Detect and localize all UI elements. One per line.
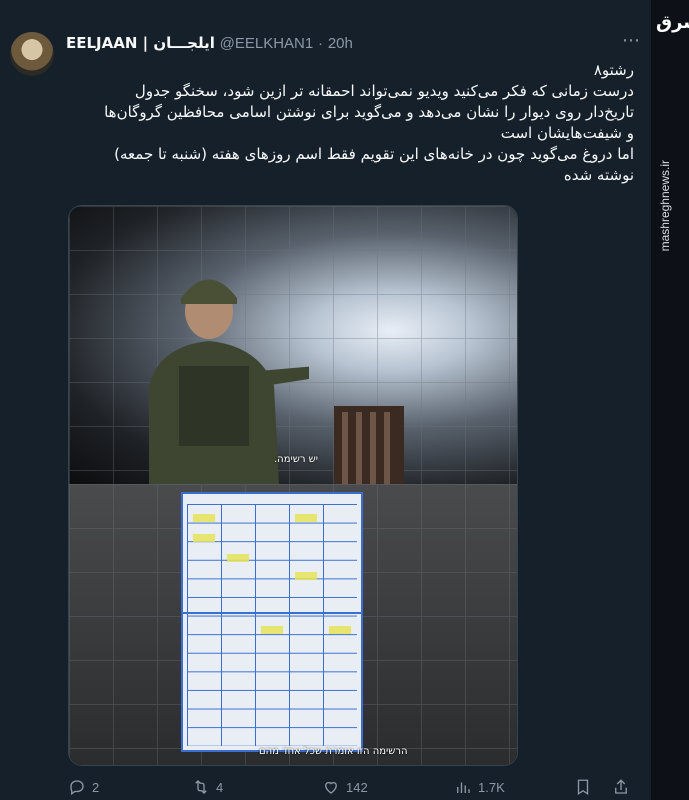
tweet-line: تاریخ‌دار روی دیوار را نشان می‌دهد و می‌…	[104, 103, 634, 121]
tweet-media[interactable]: יש רשימה. הרשימה הזו אומרת שכל אחד מהם	[68, 205, 518, 766]
views-button[interactable]: 1.7K	[454, 778, 505, 796]
reply-count: 2	[92, 779, 100, 795]
video-subtitle: הרשימה הזו אומרת שכל אחד מהם	[259, 746, 408, 757]
retweet-count: 4	[216, 779, 224, 795]
highlight-mark	[193, 514, 215, 522]
bookmark-icon	[577, 779, 589, 796]
watermark-site: mashreghnews.ir	[658, 160, 672, 252]
heart-icon	[325, 781, 337, 794]
calendar-divider	[183, 612, 361, 614]
tweet-card[interactable]: EELJAAN | ایلجـــان @EELKHAN1 · 20h رشتو…	[0, 0, 650, 800]
like-count: 142	[346, 779, 368, 795]
highlight-mark	[295, 572, 317, 580]
highlight-mark	[227, 554, 249, 562]
tweet-time[interactable]: 20h	[328, 35, 353, 52]
highlight-mark	[261, 626, 283, 634]
share-button[interactable]	[612, 778, 630, 796]
tweet-line: درست زمانی که فکر می‌کنید ویدیو نمی‌توان…	[134, 82, 634, 100]
separator-dot: ·	[318, 35, 324, 52]
like-button[interactable]: 142	[322, 778, 368, 796]
more-options-icon[interactable]: ⋯	[622, 30, 640, 51]
video-subtitle: יש רשימה.	[274, 454, 318, 465]
highlight-mark	[193, 534, 215, 542]
author-name[interactable]: EELJAAN | ایلجـــان	[66, 34, 215, 52]
tweet-header: EELJAAN | ایلجـــان @EELKHAN1 · 20h	[66, 34, 353, 52]
reply-button[interactable]: 2	[68, 778, 99, 796]
views-count: 1.7K	[478, 779, 505, 795]
author-handle[interactable]: @EELKHAN1	[220, 35, 314, 52]
retweet-button[interactable]: 4	[192, 778, 223, 796]
share-icon	[615, 779, 627, 794]
retweet-icon	[195, 780, 207, 794]
media-image-soldier[interactable]: יש רשימה.	[69, 206, 517, 484]
tweet-line: اما دروغ می‌گوید چون در خانه‌های این تقو…	[114, 145, 634, 163]
watermark-strip	[651, 0, 689, 800]
chair	[334, 406, 404, 484]
tweet-line: رشتو۸	[593, 61, 634, 79]
action-bar: 2 4 142 1.7K	[66, 778, 636, 798]
media-image-calendar[interactable]: הרשימה הזו אומרת שכל אחד מהם	[69, 484, 517, 765]
watermark-logo: مشرق	[656, 12, 689, 33]
highlight-mark	[295, 514, 317, 522]
tweet-text: رشتو۸ درست زمانی که فکر می‌کنید ویدیو نم…	[66, 60, 634, 186]
highlight-mark	[329, 626, 351, 634]
views-chart-icon	[457, 782, 470, 793]
soldier-figure	[149, 279, 309, 484]
wall-calendar	[181, 492, 363, 752]
bookmark-button[interactable]	[574, 778, 592, 796]
tweet-line: و شیفت‌هایشان است	[500, 124, 634, 142]
avatar[interactable]	[10, 32, 54, 76]
reply-icon	[70, 780, 84, 796]
tweet-line: نوشته شده	[563, 166, 634, 184]
